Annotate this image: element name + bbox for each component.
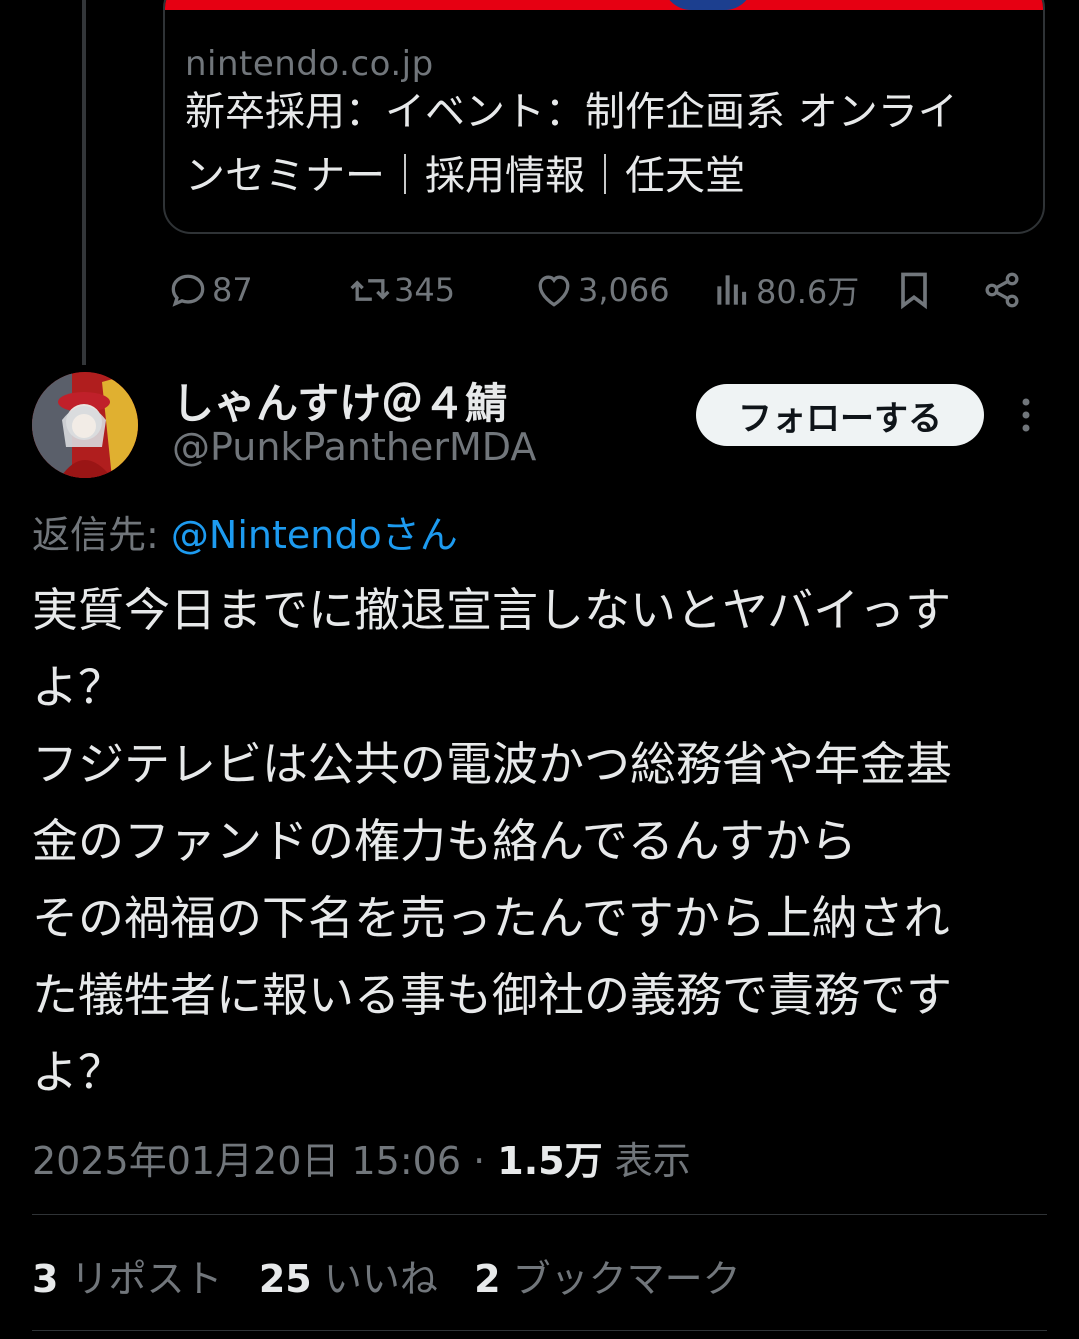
likes-label: いいね bbox=[323, 1257, 438, 1301]
avatar[interactable] bbox=[32, 372, 138, 478]
body-line: よ？ bbox=[32, 660, 124, 714]
reply-to-mention[interactable]: @Nintendoさん bbox=[171, 513, 458, 557]
like-count: 3,066 bbox=[578, 271, 670, 309]
views-count-label: 1.5万 bbox=[497, 1139, 603, 1183]
tweet-body: 実質今日までに撤退宣言しないとヤバイっす よ？ フジテレビは公共の電波かつ総務省… bbox=[32, 572, 1047, 1111]
divider bbox=[32, 1330, 1047, 1331]
timestamp[interactable]: 2025年01月20日 15:06 bbox=[32, 1139, 461, 1183]
divider bbox=[32, 1214, 1047, 1215]
link-preview-card[interactable]: nintendo.co.jp 新卒採用：イベント：制作企画系 オンライ ンセミナ… bbox=[163, 0, 1045, 234]
bookmarks-stat[interactable]: 2 ブックマーク bbox=[474, 1257, 741, 1301]
likes-stat[interactable]: 25 いいね bbox=[259, 1257, 450, 1301]
card-title-line: ンセミナー｜採用情報｜任天堂 bbox=[185, 153, 745, 199]
reply-to-line: 返信先: @Nintendoさん bbox=[32, 504, 458, 559]
body-line: フジテレビは公共の電波かつ総務省や年金基 bbox=[32, 737, 952, 791]
body-line: 金のファンドの権力も絡んでるんすから bbox=[32, 814, 857, 868]
reply-to-prefix: 返信先: bbox=[32, 513, 159, 557]
card-domain: nintendo.co.jp bbox=[185, 44, 434, 84]
views-count: 80.6万 bbox=[756, 273, 860, 311]
reply-icon bbox=[171, 274, 205, 307]
tweet-meta: 2025年01月20日 15:06 · 1.5万 表示 bbox=[32, 1130, 691, 1185]
views-chart-icon bbox=[717, 275, 747, 305]
user-handle[interactable]: @PunkPantherMDA bbox=[172, 425, 536, 469]
reply-action[interactable]: 87 bbox=[166, 262, 253, 318]
views-label: 表示 bbox=[614, 1139, 691, 1183]
card-image bbox=[165, 0, 1043, 10]
card-title: 新卒採用：イベント：制作企画系 オンライ ンセミナー｜採用情報｜任天堂 bbox=[185, 80, 1015, 208]
likes-count: 25 bbox=[258, 1257, 312, 1301]
engagement-stats: 3 リポスト 25 いいね 2 ブックマーク bbox=[32, 1248, 741, 1303]
share-icon bbox=[985, 272, 1019, 308]
reposts-count: 3 bbox=[32, 1257, 59, 1301]
body-line: よ？ bbox=[32, 1045, 124, 1099]
meta-separator: · bbox=[473, 1139, 486, 1183]
follow-button[interactable]: フォローする bbox=[696, 384, 984, 446]
reposts-label: リポスト bbox=[70, 1257, 223, 1301]
body-line: その禍福の下名を売ったんですから上納され bbox=[32, 891, 950, 945]
heart-icon bbox=[538, 275, 570, 307]
bookmarks-count: 2 bbox=[474, 1257, 501, 1301]
display-name[interactable]: しゃんすけ＠４鯖 bbox=[172, 370, 507, 431]
bookmarks-label: ブックマーク bbox=[512, 1257, 741, 1301]
reposts-stat[interactable]: 3 リポスト bbox=[32, 1257, 235, 1301]
repost-action[interactable]: 345 bbox=[348, 262, 455, 318]
bookmark-icon bbox=[901, 272, 927, 310]
repost-count: 345 bbox=[394, 271, 456, 309]
card-title-line: 新卒採用：イベント：制作企画系 オンライ bbox=[185, 89, 958, 135]
reply-count: 87 bbox=[212, 271, 253, 309]
more-options-icon[interactable] bbox=[1012, 392, 1040, 442]
views-action[interactable]: 80.6万 bbox=[710, 262, 859, 318]
share-action[interactable] bbox=[980, 262, 1024, 318]
body-line: 実質今日までに撤退宣言しないとヤバイっす bbox=[32, 583, 952, 637]
repost-icon bbox=[350, 279, 390, 301]
like-action[interactable]: 3,066 bbox=[532, 262, 670, 318]
body-line: た犠牲者に報いる事も御社の義務で責務です bbox=[32, 968, 952, 1022]
action-bar: 87 345 3,066 80.6万 bbox=[0, 262, 1079, 318]
bookmark-action[interactable] bbox=[892, 262, 936, 318]
